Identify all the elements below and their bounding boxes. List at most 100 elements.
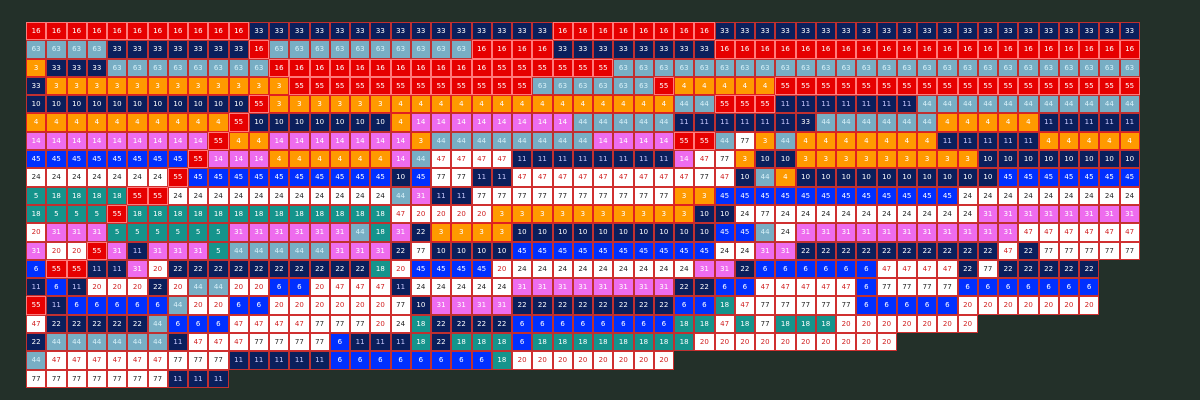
number-tile[interactable]: 11 — [491, 168, 512, 187]
number-tile[interactable]: 3 — [674, 186, 695, 205]
number-tile[interactable]: 45 — [876, 186, 897, 205]
number-tile[interactable]: 6 — [1018, 278, 1039, 297]
number-tile[interactable]: 77 — [329, 314, 350, 334]
number-tile[interactable]: 24 — [937, 204, 958, 224]
number-tile[interactable]: 11 — [1018, 131, 1039, 151]
number-tile[interactable]: 18 — [269, 204, 290, 224]
number-tile[interactable]: 11 — [471, 168, 492, 187]
number-tile[interactable]: 20 — [26, 223, 47, 242]
number-tile[interactable]: 6 — [795, 259, 816, 279]
number-tile[interactable]: 45 — [208, 168, 229, 187]
number-tile[interactable]: 44 — [856, 113, 877, 132]
number-tile[interactable]: 63 — [998, 58, 1019, 77]
number-tile[interactable]: 22 — [856, 241, 877, 260]
number-tile[interactable]: 11 — [957, 131, 978, 151]
number-tile[interactable]: 11 — [26, 278, 47, 297]
number-tile[interactable]: 5 — [86, 204, 107, 224]
number-tile[interactable]: 44 — [188, 278, 209, 297]
number-tile[interactable]: 18 — [248, 204, 269, 224]
number-tile[interactable]: 24 — [208, 186, 229, 205]
number-tile[interactable]: 24 — [167, 186, 188, 205]
number-tile[interactable]: 20 — [917, 314, 938, 334]
number-tile[interactable]: 11 — [289, 351, 310, 370]
number-tile[interactable]: 10 — [370, 113, 391, 132]
number-tile[interactable]: 31 — [876, 223, 897, 242]
number-tile[interactable]: 16 — [856, 40, 877, 59]
number-tile[interactable]: 45 — [410, 259, 431, 279]
number-tile[interactable]: 44 — [46, 333, 67, 352]
number-tile[interactable]: 55 — [147, 186, 168, 205]
number-tile[interactable]: 33 — [896, 22, 917, 41]
number-tile[interactable]: 6 — [329, 351, 350, 370]
number-tile[interactable]: 77 — [876, 278, 897, 297]
number-tile[interactable]: 22 — [795, 241, 816, 260]
number-tile[interactable]: 55 — [694, 131, 715, 151]
number-tile[interactable]: 22 — [1058, 259, 1079, 279]
number-tile[interactable]: 55 — [998, 76, 1019, 96]
number-tile[interactable]: 11 — [512, 150, 533, 169]
number-tile[interactable]: 11 — [1038, 113, 1059, 132]
number-tile[interactable]: 11 — [674, 113, 695, 132]
number-tile[interactable]: 44 — [410, 150, 431, 169]
number-tile[interactable]: 10 — [998, 150, 1019, 169]
number-tile[interactable]: 33 — [795, 22, 816, 41]
number-tile[interactable]: 33 — [734, 22, 755, 41]
number-tile[interactable]: 6 — [896, 296, 917, 315]
number-tile[interactable]: 16 — [937, 40, 958, 59]
number-tile[interactable]: 16 — [755, 40, 776, 59]
number-tile[interactable]: 45 — [734, 223, 755, 242]
number-tile[interactable]: 77 — [613, 186, 634, 205]
number-tile[interactable]: 45 — [633, 241, 654, 260]
number-tile[interactable]: 10 — [674, 223, 695, 242]
number-tile[interactable]: 3 — [532, 204, 553, 224]
number-tile[interactable]: 20 — [856, 333, 877, 352]
number-tile[interactable]: 11 — [390, 333, 411, 352]
number-tile[interactable]: 24 — [127, 168, 148, 187]
number-tile[interactable]: 63 — [350, 40, 371, 59]
number-tile[interactable]: 4 — [491, 95, 512, 114]
number-tile[interactable]: 45 — [917, 186, 938, 205]
number-tile[interactable]: 16 — [350, 58, 371, 77]
number-tile[interactable]: 63 — [66, 40, 87, 59]
number-tile[interactable]: 47 — [1079, 223, 1100, 242]
number-tile[interactable]: 47 — [613, 168, 634, 187]
number-tile[interactable]: 11 — [269, 351, 290, 370]
number-tile[interactable]: 16 — [329, 58, 350, 77]
number-tile[interactable]: 4 — [390, 113, 411, 132]
number-tile[interactable]: 55 — [674, 131, 695, 151]
number-tile[interactable]: 6 — [167, 314, 188, 334]
number-tile[interactable]: 45 — [1058, 168, 1079, 187]
number-tile[interactable]: 16 — [431, 58, 452, 77]
number-tile[interactable]: 4 — [208, 113, 229, 132]
number-tile[interactable]: 20 — [552, 351, 573, 370]
number-tile[interactable]: 4 — [86, 113, 107, 132]
number-tile[interactable]: 63 — [613, 58, 634, 77]
number-tile[interactable]: 47 — [1119, 223, 1140, 242]
number-tile[interactable]: 20 — [147, 259, 168, 279]
number-tile[interactable]: 16 — [896, 40, 917, 59]
number-tile[interactable]: 10 — [815, 168, 836, 187]
number-tile[interactable]: 16 — [147, 22, 168, 41]
number-tile[interactable]: 6 — [66, 296, 87, 315]
number-tile[interactable]: 77 — [755, 296, 776, 315]
number-tile[interactable]: 33 — [1079, 22, 1100, 41]
number-tile[interactable]: 11 — [775, 95, 796, 114]
number-tile[interactable]: 3 — [46, 76, 67, 96]
number-tile[interactable]: 44 — [714, 131, 735, 151]
number-tile[interactable]: 45 — [329, 168, 350, 187]
number-tile[interactable]: 18 — [127, 204, 148, 224]
number-tile[interactable]: 18 — [350, 204, 371, 224]
number-tile[interactable]: 45 — [451, 259, 472, 279]
number-tile[interactable]: 31 — [977, 204, 998, 224]
number-tile[interactable]: 44 — [269, 241, 290, 260]
number-tile[interactable]: 45 — [856, 186, 877, 205]
number-tile[interactable]: 20 — [370, 296, 391, 315]
number-tile[interactable]: 45 — [107, 150, 128, 169]
number-tile[interactable]: 4 — [26, 113, 47, 132]
number-tile[interactable]: 55 — [937, 76, 958, 96]
number-tile[interactable]: 33 — [289, 22, 310, 41]
number-tile[interactable]: 22 — [66, 314, 87, 334]
number-tile[interactable]: 11 — [896, 95, 917, 114]
number-tile[interactable]: 45 — [795, 186, 816, 205]
number-tile[interactable]: 47 — [836, 278, 857, 297]
